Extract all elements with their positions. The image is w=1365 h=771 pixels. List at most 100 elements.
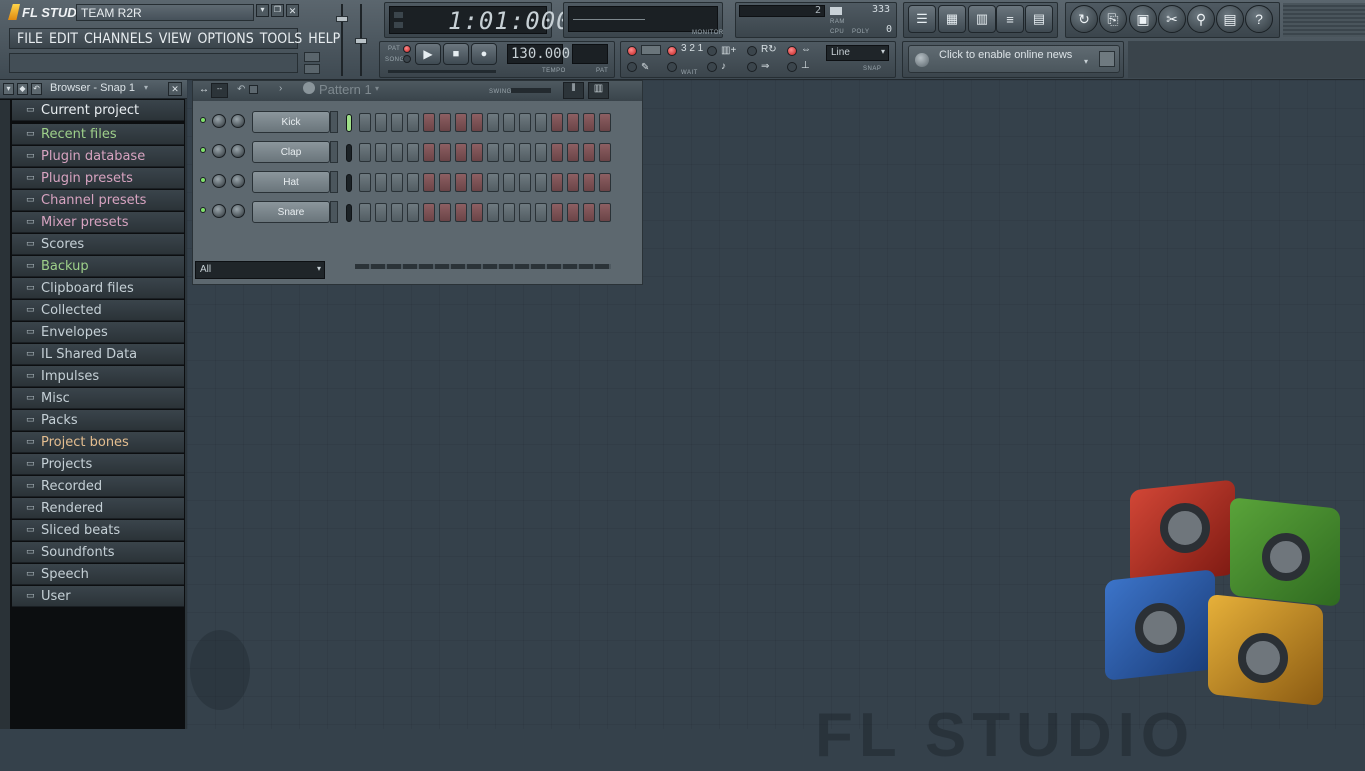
channel-button[interactable]: Hat	[252, 171, 330, 193]
channel-pan-knob[interactable]	[212, 174, 226, 188]
browser-item[interactable]: ▭ Clipboard files	[12, 278, 184, 299]
step-button[interactable]	[375, 173, 387, 192]
menu-options[interactable]: OPTIONS	[194, 31, 256, 47]
channel-volume-knob[interactable]	[231, 114, 245, 128]
step-button[interactable]	[439, 113, 451, 132]
menu-edit[interactable]: EDIT	[46, 31, 81, 47]
browser-item[interactable]: ▭ Current project	[12, 100, 184, 121]
close-icon[interactable]: ✕	[168, 82, 182, 96]
channel-select-indicator[interactable]	[346, 174, 352, 192]
online-icon[interactable]	[304, 64, 320, 74]
step-button[interactable]	[567, 143, 579, 162]
browser-item[interactable]: ▭ Plugin database	[12, 146, 184, 167]
channel-volume-knob[interactable]	[231, 204, 245, 218]
browser-icon[interactable]: ≡	[996, 5, 1024, 33]
browser-item[interactable]: ▭ Soundfonts	[12, 542, 184, 563]
playlist-icon[interactable]: ☰	[908, 5, 936, 33]
browser-item[interactable]: ▭ Scores	[12, 234, 184, 255]
step-button[interactable]	[455, 113, 467, 132]
step-button[interactable]	[407, 203, 419, 222]
step-button[interactable]	[407, 173, 419, 192]
browser-item[interactable]: ▭ Sliced beats	[12, 520, 184, 541]
channel-pan-knob[interactable]	[212, 114, 226, 128]
piano-roll-icon[interactable]: ▥	[968, 5, 996, 33]
step-button[interactable]	[503, 173, 515, 192]
position-slider[interactable]	[388, 70, 496, 73]
step-button[interactable]	[359, 113, 371, 132]
step-button[interactable]	[423, 173, 435, 192]
export-icon[interactable]: ▣	[1129, 5, 1157, 33]
channel-select-indicator[interactable]	[346, 144, 352, 162]
project-info-icon[interactable]: ▤	[1216, 5, 1244, 33]
menu-file[interactable]: FILE	[14, 31, 46, 47]
channel-button[interactable]: Clap	[252, 141, 330, 163]
tempo-value[interactable]: 130.000	[511, 46, 570, 62]
menu-channels[interactable]: CHANNELS	[81, 31, 156, 47]
scroll-toggle[interactable]	[747, 62, 757, 72]
pat-mode-radio[interactable]	[403, 45, 411, 53]
step-button[interactable]	[567, 113, 579, 132]
step-sequencer-icon[interactable]: ▦	[938, 5, 966, 33]
channel-volume-knob[interactable]	[231, 174, 245, 188]
step-button[interactable]	[519, 113, 531, 132]
step-button[interactable]	[583, 113, 595, 132]
keyboard-editor-icon[interactable]: ▥	[588, 82, 609, 99]
master-pitch-slider[interactable]	[355, 4, 367, 76]
wait-toggle[interactable]	[667, 62, 677, 72]
step-button[interactable]	[599, 173, 611, 192]
step-button[interactable]	[583, 203, 595, 222]
channel-mute-led[interactable]	[200, 177, 206, 183]
graph-editor-icon[interactable]: ⫴	[563, 82, 584, 99]
step-button[interactable]	[503, 203, 515, 222]
play-button[interactable]: ▶	[415, 43, 441, 65]
step-button[interactable]	[423, 113, 435, 132]
save-icon[interactable]: ⎘	[1099, 5, 1127, 33]
browser-item[interactable]: ▭ Impulses	[12, 366, 184, 387]
help-icon[interactable]: ?	[1245, 5, 1273, 33]
menu-tools[interactable]: TOOLS	[257, 31, 306, 47]
browser-item[interactable]: ▭ Projects	[12, 454, 184, 475]
chevron-down-icon[interactable]: ▾	[375, 84, 379, 93]
cut-icon[interactable]: ✂	[1158, 5, 1186, 33]
step-button[interactable]	[391, 143, 403, 162]
step-button[interactable]	[583, 173, 595, 192]
channel-filter-select[interactable]: All ▾	[195, 261, 325, 279]
browser-item[interactable]: ▭ Backup	[12, 256, 184, 277]
step-button[interactable]	[391, 203, 403, 222]
restore-icon[interactable]: ❐	[271, 4, 284, 17]
midi-icon[interactable]	[304, 52, 320, 62]
step-button[interactable]	[407, 113, 419, 132]
browser-item[interactable]: ▭ Collected	[12, 300, 184, 321]
channel-mute-led[interactable]	[200, 207, 206, 213]
swing-slider[interactable]	[511, 88, 551, 93]
close-icon[interactable]: ✕	[286, 4, 299, 17]
resize-icon[interactable]: ↔	[199, 84, 209, 95]
browser-item[interactable]: ▭ Channel presets	[12, 190, 184, 211]
step-button[interactable]	[535, 203, 547, 222]
browser-item[interactable]: ▭ Speech	[12, 564, 184, 585]
step-button[interactable]	[551, 173, 563, 192]
step-button[interactable]	[567, 203, 579, 222]
browser-item[interactable]: ▭ Recent files	[12, 124, 184, 145]
step-button[interactable]	[487, 203, 499, 222]
step-button[interactable]	[471, 203, 483, 222]
browser-item[interactable]: ▭ User	[12, 586, 184, 607]
time-mode-icon-2[interactable]	[394, 22, 403, 28]
channel-pan-knob[interactable]	[212, 204, 226, 218]
step-button[interactable]	[471, 113, 483, 132]
time-mode-icon[interactable]	[394, 12, 403, 18]
blend-toggle[interactable]	[627, 62, 637, 72]
step-button[interactable]	[583, 143, 595, 162]
step-button[interactable]	[471, 173, 483, 192]
undo-icon[interactable]: ↻	[1070, 5, 1098, 33]
browser-item[interactable]: ▭ Project bones	[12, 432, 184, 453]
step-button[interactable]	[359, 143, 371, 162]
stop-button[interactable]: ■	[443, 43, 469, 65]
metronome-toggle[interactable]	[627, 46, 637, 56]
channel-button[interactable]: Snare	[252, 201, 330, 223]
back-icon[interactable]: ↶	[31, 83, 42, 95]
collapse-icon[interactable]: ▾	[3, 83, 14, 95]
step-button[interactable]	[487, 173, 499, 192]
arrow-right-icon[interactable]: ›	[279, 83, 282, 94]
browser-item[interactable]: ▭ Recorded	[12, 476, 184, 497]
